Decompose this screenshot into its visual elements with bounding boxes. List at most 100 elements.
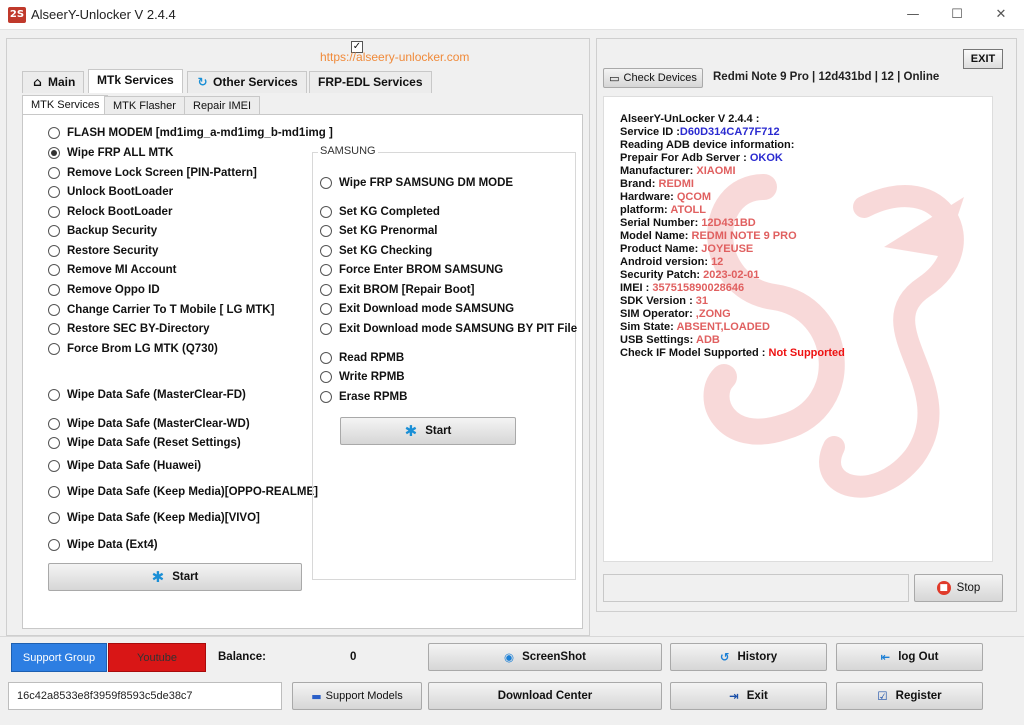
mtk-option[interactable]: Restore Security [48,245,158,257]
log-value: OKOK [749,152,783,164]
mtk-option[interactable]: Change Carrier To T Mobile [ LG MTK] [48,304,274,316]
mtk-option[interactable]: Remove Oppo ID [48,284,160,296]
exit-button[interactable]: ⇥ Exit [670,682,827,710]
samsung-option[interactable]: Exit BROM [Repair Boot] [320,284,474,296]
radio-button[interactable] [320,245,332,257]
youtube-button[interactable]: Youtube [108,643,206,672]
exit-top-button[interactable]: EXIT [963,49,1003,69]
maximize-button[interactable]: ☐ [942,4,972,26]
radio-button[interactable] [320,371,332,383]
radio-button[interactable] [48,486,60,498]
close-button[interactable]: ✕ [986,4,1016,26]
mtk-option[interactable]: FLASH MODEM [md1img_a-md1img_b-md1img ] [48,127,333,139]
mtk-option[interactable]: Remove Lock Screen [PIN-Pattern] [48,167,257,179]
radio-button[interactable] [48,147,60,159]
radio-button[interactable] [320,303,332,315]
register-button[interactable]: ☑ Register [836,682,983,710]
samsung-option[interactable]: Set KG Completed [320,206,440,218]
mtk-option[interactable]: Unlock BootLoader [48,186,173,198]
tab-other-services[interactable]: ↻ Other Services [187,71,307,93]
radio-button[interactable] [48,225,60,237]
wipe-option[interactable]: Wipe Data Safe (Huawei) [48,460,201,472]
radio-button[interactable] [48,304,60,316]
serial-field[interactable]: 16c42a8533e8f3959f8593c5de38c7 [8,682,282,710]
radio-button[interactable] [48,418,60,430]
option-label: Write RPMB [339,371,405,383]
samsung-start-button[interactable]: ✱ Start [340,417,516,445]
mtk-option[interactable]: Restore SEC BY-Directory [48,323,210,335]
samsung-option[interactable]: Write RPMB [320,371,405,383]
radio-button[interactable] [320,225,332,237]
option-label: Exit BROM [Repair Boot] [339,284,475,296]
radio-button[interactable] [320,264,332,276]
wipe-option[interactable]: Wipe Data Safe (MasterClear-WD) [48,418,250,430]
radio-button[interactable] [48,539,60,551]
radio-button[interactable] [48,323,60,335]
subtab-mtk-flasher[interactable]: MTK Flasher [104,96,185,115]
wipe-option[interactable]: Wipe Data Safe (MasterClear-FD) [48,389,246,401]
radio-button[interactable] [48,245,60,257]
radio-button[interactable] [48,512,60,524]
tab-main[interactable]: ⌂ Main [22,71,85,93]
log-line: Check IF Model Supported : Not Supported [620,347,845,359]
radio-button[interactable] [48,343,60,355]
tab-frp-edl-services[interactable]: FRP-EDL Services [309,71,432,93]
radio-button[interactable] [48,389,60,401]
radio-button[interactable] [320,206,332,218]
screenshot-button[interactable]: ◉ ScreenShot [428,643,662,671]
radio-button[interactable] [320,177,332,189]
download-center-button[interactable]: Download Center [428,682,662,710]
samsung-option[interactable]: Force Enter BROM SAMSUNG [320,264,503,276]
samsung-option[interactable]: Wipe FRP SAMSUNG DM MODE [320,177,513,189]
wipe-option[interactable]: Wipe Data Safe (Keep Media)[OPPO-REALME] [48,486,318,498]
radio-button[interactable] [48,186,60,198]
tab-mtk-services[interactable]: MTk Services [88,69,183,93]
samsung-option[interactable]: Exit Download mode SAMSUNG [320,303,514,315]
mtk-start-button[interactable]: ✱ Start [48,563,302,591]
mtk-option[interactable]: Relock BootLoader [48,206,172,218]
log-label: Reading ADB device information: [620,139,795,151]
radio-button[interactable] [320,323,332,335]
mtk-option[interactable]: Remove MI Account [48,264,176,276]
radio-button[interactable] [320,352,332,364]
radio-button[interactable] [48,460,60,472]
option-label: Wipe FRP ALL MTK [67,147,174,159]
radio-button[interactable] [48,167,60,179]
radio-button[interactable] [48,206,60,218]
minimize-button[interactable]: — [898,4,928,26]
history-button[interactable]: ↺ History [670,643,827,671]
website-link[interactable]: https://alseery-unlocker.com [320,50,469,64]
samsung-option[interactable]: Exit Download mode SAMSUNG BY PIT File [320,323,577,335]
wipe-option[interactable]: Wipe Data Safe (Reset Settings) [48,437,241,449]
radio-button[interactable] [48,437,60,449]
radio-button[interactable] [48,284,60,296]
radio-button[interactable] [320,284,332,296]
log-label: platform: [620,204,671,216]
subtab-repair-imei[interactable]: Repair IMEI [184,96,261,115]
log-value: 31 [695,295,709,307]
log-value: REDMI [658,178,694,190]
wipe-option[interactable]: Wipe Data (Ext4) [48,539,158,551]
radio-button[interactable] [48,127,60,139]
log-line: Prepair For Adb Server : OKOK [620,152,783,164]
subtab-mtk-services[interactable]: MTK Services [22,95,109,115]
samsung-option[interactable]: Set KG Checking [320,245,432,257]
logout-icon: ⇤ [880,650,891,664]
samsung-option[interactable]: Erase RPMB [320,391,407,403]
exit-icon: ⇥ [729,689,739,703]
radio-button[interactable] [320,391,332,403]
logout-button[interactable]: ⇤ log Out [836,643,983,671]
samsung-option[interactable]: Read RPMB [320,352,404,364]
support-models-button[interactable]: ▬ Support Models [292,682,422,710]
wipe-option[interactable]: Wipe Data Safe (Keep Media)[VIVO] [48,512,260,524]
mtk-option[interactable]: Force Brom LG MTK (Q730) [48,343,218,355]
radio-button[interactable] [48,264,60,276]
stop-button[interactable]: ■ Stop [914,574,1003,602]
mtk-option[interactable]: Backup Security [48,225,157,237]
samsung-option[interactable]: Set KG Prenormal [320,225,437,237]
mtk-option[interactable]: Wipe FRP ALL MTK [48,147,173,159]
support-group-button[interactable]: Support Group [11,643,107,672]
check-devices-button[interactable]: ▭ Check Devices [603,68,703,88]
option-label: Wipe Data Safe (MasterClear-FD) [67,389,246,401]
log-label: Check IF Model Supported : [620,347,769,359]
